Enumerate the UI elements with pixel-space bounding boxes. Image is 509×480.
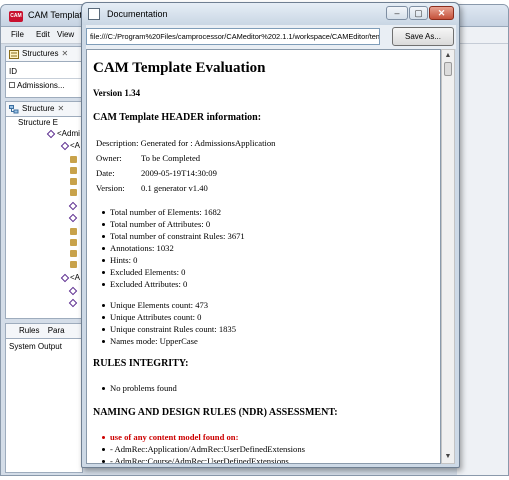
ndr-section-title: NAMING AND DESIGN RULES (NDR) ASSESSMENT…: [93, 407, 338, 418]
attribute-node-icon: [70, 239, 77, 246]
attribute-node-icon: [70, 156, 77, 163]
structures-panel: Structures ✕ ID Admissions...: [5, 46, 83, 98]
attribute-node-icon: [70, 228, 77, 235]
attribute-node-icon: [70, 178, 77, 185]
right-panel: [457, 44, 508, 475]
tree-node[interactable]: <Admi: [57, 129, 80, 138]
id-column-header: ID: [9, 67, 17, 76]
attribute-node-icon: [70, 189, 77, 196]
minimize-button[interactable]: –: [386, 6, 408, 20]
tree-icon: [9, 105, 19, 114]
structure-tree-panel: Structure ✕ Structure E <Admi <A <A: [5, 101, 83, 319]
tab-params[interactable]: Para: [48, 326, 65, 335]
list-item[interactable]: Admissions...: [9, 81, 65, 90]
list-item: Total number of Elements: 1682: [101, 207, 222, 217]
list-item: - AdmRec:Application/AdmRec:UserDefinedE…: [102, 444, 305, 454]
tab-rules[interactable]: Rules: [19, 326, 39, 335]
owner-value: To be Completed: [141, 153, 201, 163]
attribute-node-icon: [70, 250, 77, 257]
element-node-icon: [60, 273, 70, 283]
element-node-icon: [60, 141, 70, 151]
tab-structures[interactable]: Structures ✕: [6, 47, 82, 62]
list-item: Unique Elements count: 473: [101, 300, 209, 310]
tab-structures-label: Structures: [22, 49, 59, 58]
ndr-highlight: use of any content model found on:: [101, 432, 239, 442]
element-node-icon: [68, 201, 78, 211]
tab-params-label: Para: [47, 326, 65, 335]
close-button[interactable]: ✕: [429, 6, 454, 20]
list-item: Annotations: 1032: [102, 243, 174, 253]
list-item: Unique Attributes count: 0: [101, 312, 202, 322]
menu-view[interactable]: View: [57, 30, 74, 39]
list-item: - AdmRec:Course/AdmRec:UserDefinedExtens…: [102, 456, 289, 464]
output-panel: Rules Para System Output: [5, 323, 83, 473]
divider: [6, 78, 82, 79]
element-node-icon: [68, 298, 78, 308]
url-field[interactable]: file:///C:/Program%20Files/camprocessor/…: [86, 28, 380, 45]
close-icon[interactable]: ✕: [57, 104, 64, 113]
element-node-icon: [68, 213, 78, 223]
tree-node[interactable]: <A: [70, 141, 80, 150]
save-as-button[interactable]: Save As...: [392, 27, 454, 46]
tree-node[interactable]: <A: [70, 273, 80, 282]
list-item: No problems found: [102, 383, 177, 393]
attribute-node-icon: [70, 261, 77, 268]
list-item: Excluded Elements: 0: [101, 267, 186, 277]
menu-file[interactable]: File: [11, 30, 24, 39]
doc-titlebar: Documentation – ▢ ✕: [82, 3, 459, 25]
tab-structure-label: Structure: [22, 104, 55, 113]
list-item: Total number of constraint Rules: 3671: [102, 231, 245, 241]
structure-item-label: Admissions...: [17, 81, 65, 90]
list-item: Excluded Attributes: 0: [101, 279, 188, 289]
doc-window-title: Documentation: [107, 9, 168, 19]
documentation-dialog: Documentation – ▢ ✕ file:///C:/Program%2…: [81, 2, 460, 468]
list-item: Names mode: UpperCase: [102, 336, 198, 346]
list-item: Total number of Attributes: 0: [101, 219, 211, 229]
element-node-icon: [46, 129, 56, 139]
rules-section-title: RULES INTEGRITY:: [93, 358, 189, 369]
version-value: 0.1 generator v1.40: [141, 183, 208, 193]
header-section-title: CAM Template HEADER information:: [93, 112, 262, 123]
version-label: Version:: [96, 183, 125, 193]
maximize-button[interactable]: ▢: [409, 6, 428, 20]
report-version: Version 1.34: [93, 88, 141, 98]
element-node-icon: [68, 286, 78, 296]
close-icon[interactable]: ✕: [61, 49, 68, 58]
list-item: Unique constraint Rules count: 1835: [101, 324, 237, 334]
attribute-node-icon: [70, 167, 77, 174]
vertical-scrollbar[interactable]: ▲ ▼: [441, 49, 455, 464]
menu-edit[interactable]: Edit: [36, 30, 50, 39]
structures-icon: [9, 50, 19, 59]
app-logo-icon: CAM: [9, 11, 23, 22]
tab-rules-label: Rules: [19, 326, 40, 335]
scroll-up-icon[interactable]: ▲: [444, 52, 452, 60]
owner-label: Owner:: [96, 153, 122, 163]
date-label: Date:: [96, 168, 115, 178]
date-value: 2009-05-19T14:30:09: [141, 168, 217, 178]
main-window-title: CAM Template: [28, 10, 87, 20]
bottom-tabs: Rules Para: [6, 324, 82, 339]
report-content: CAM Template Evaluation Version 1.34 CAM…: [86, 49, 441, 464]
scroll-thumb[interactable]: [444, 62, 452, 76]
checkbox-icon: [9, 82, 15, 88]
doc-toolbar: file:///C:/Program%20Files/camprocessor/…: [86, 25, 456, 49]
list-item: Hints: 0: [101, 255, 138, 265]
description-line: Description: Generated for : AdmissionsA…: [96, 138, 276, 148]
tab-structure[interactable]: Structure ✕: [6, 102, 82, 117]
scroll-down-icon[interactable]: ▼: [444, 453, 452, 461]
system-output-label: System Output: [9, 342, 62, 351]
document-icon: [88, 8, 100, 20]
report-title: CAM Template Evaluation: [93, 60, 266, 76]
tree-root[interactable]: Structure E: [18, 118, 58, 127]
